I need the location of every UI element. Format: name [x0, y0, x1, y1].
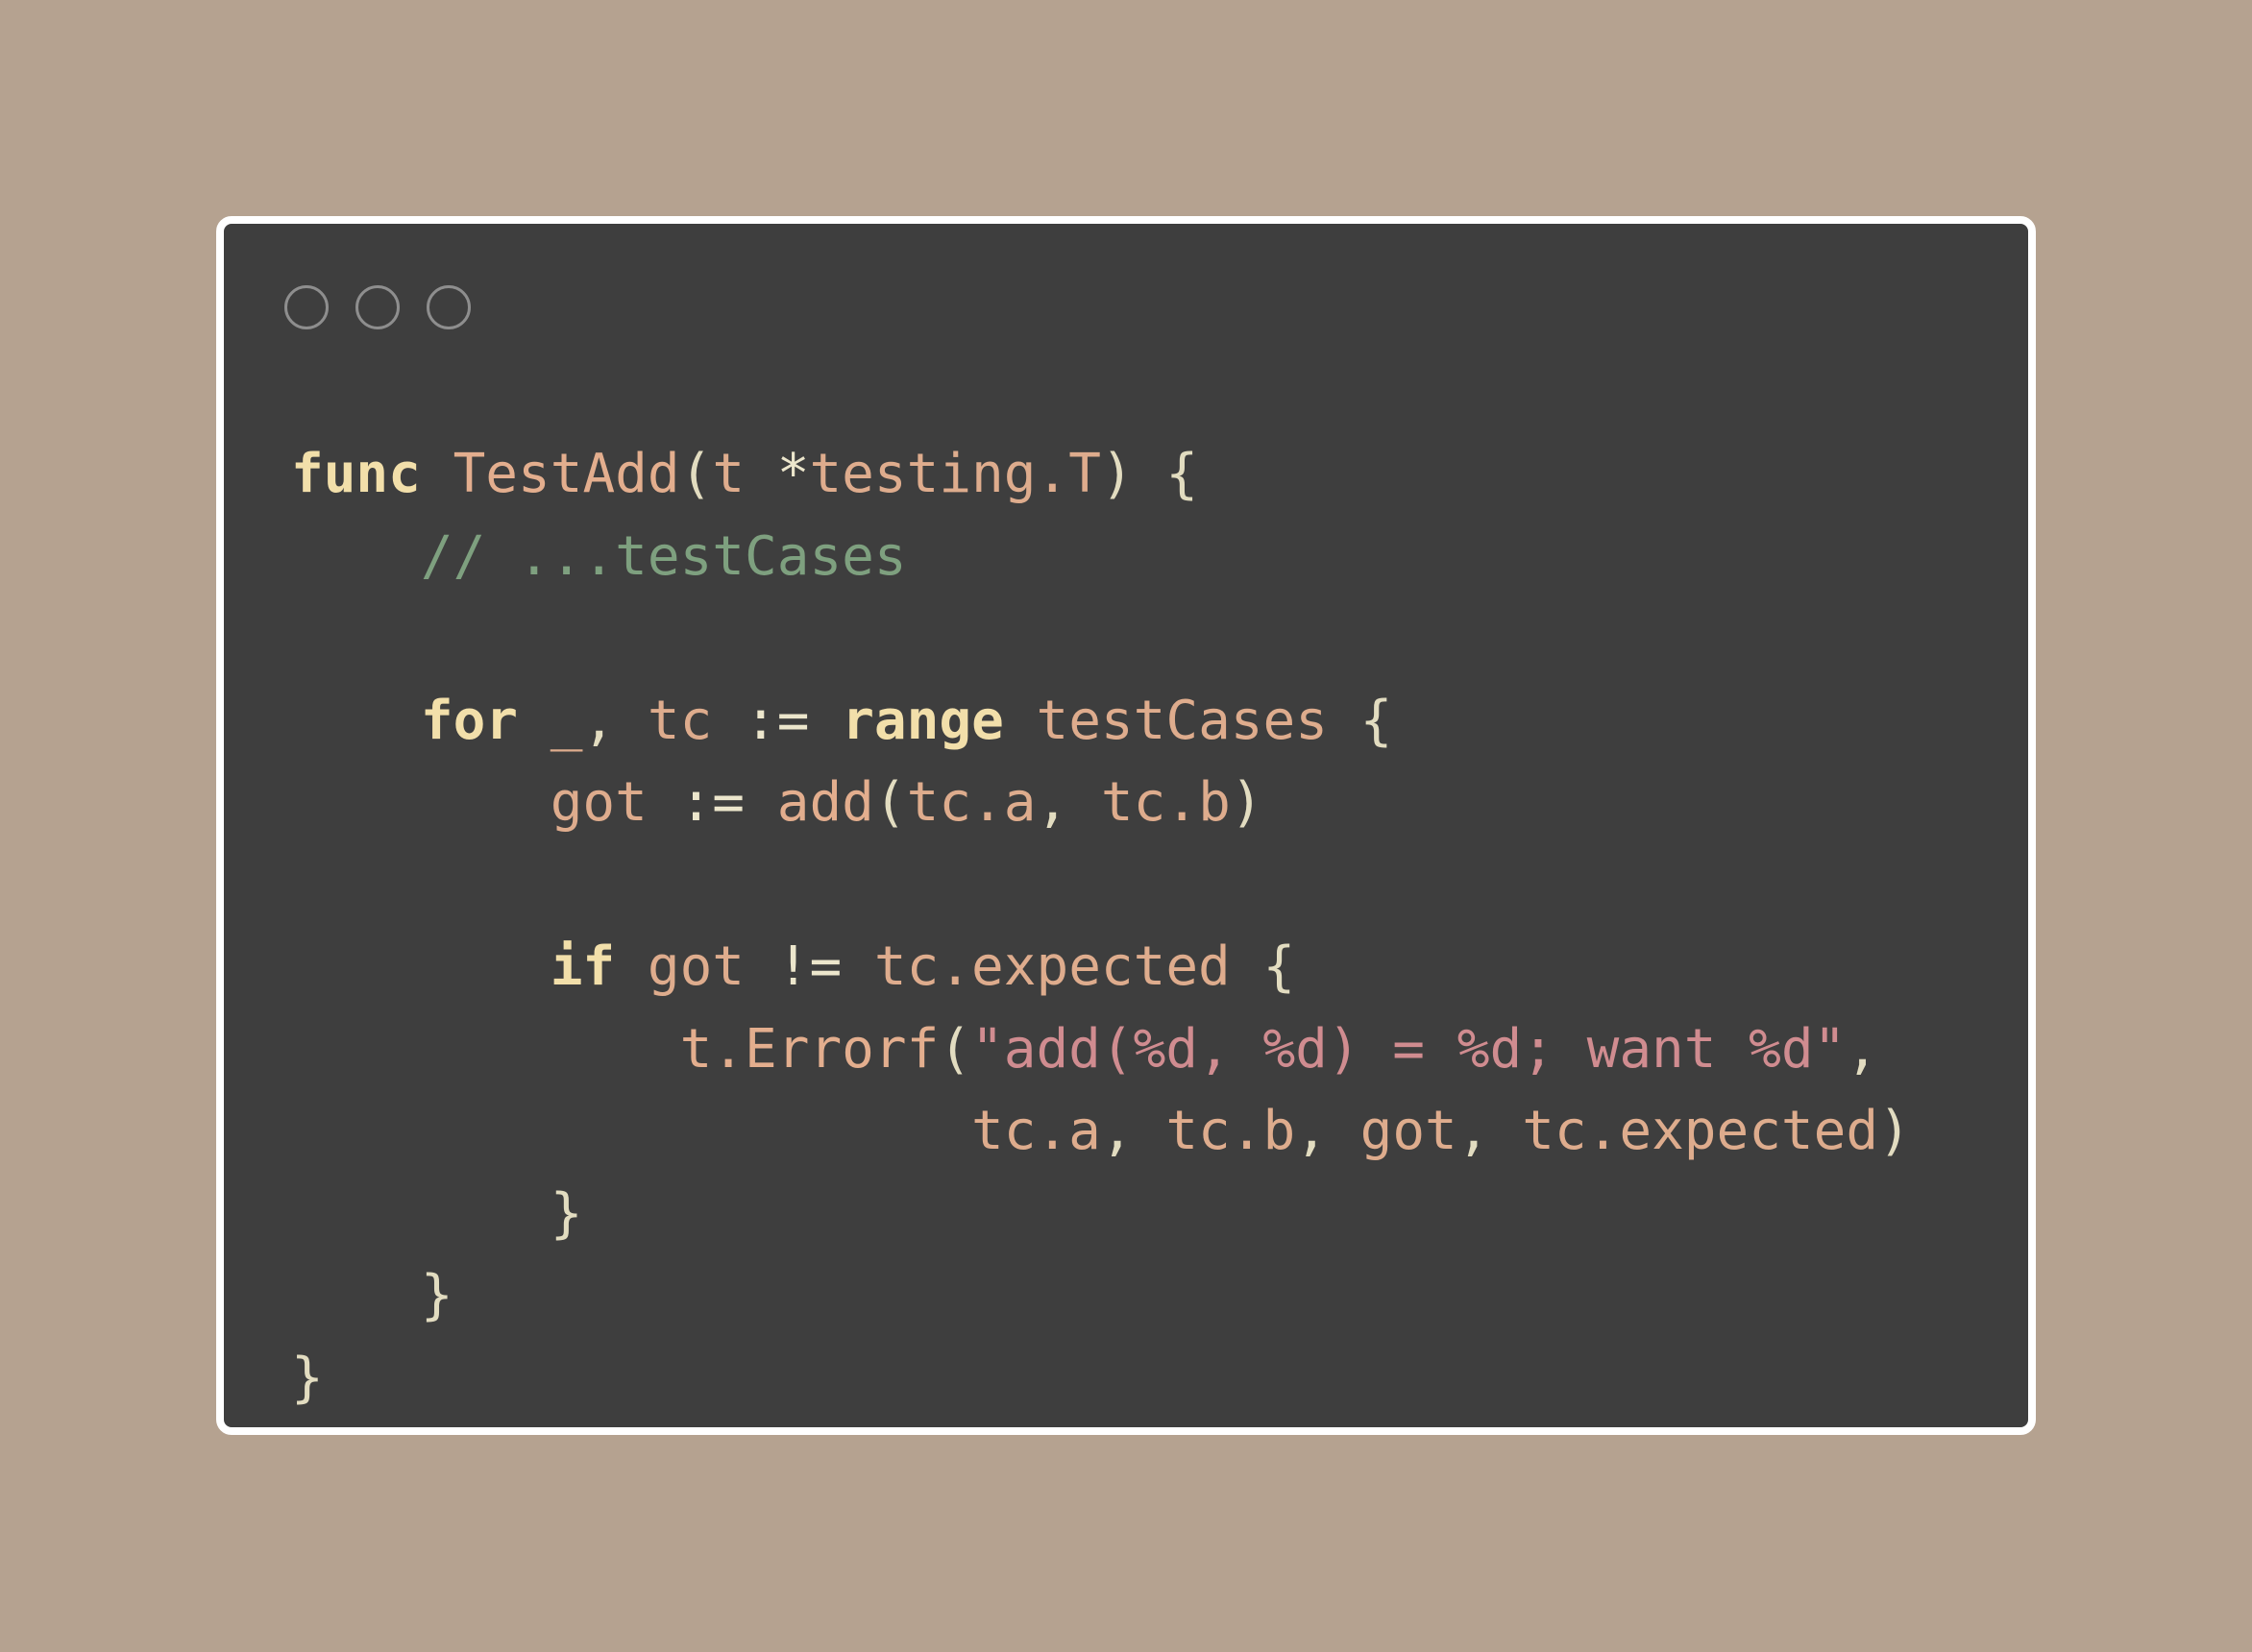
closing-brace-token: } — [291, 1346, 324, 1409]
operator-token: := — [679, 771, 746, 834]
operator-token: != — [776, 935, 843, 998]
code-line-10: } — [291, 1173, 1911, 1255]
punctuation-token: , — [1295, 1100, 1328, 1162]
code-line-2: // ...testCases — [291, 516, 1911, 598]
operator-token: * — [776, 443, 810, 505]
closing-brace-token: } — [420, 1264, 453, 1326]
identifier-token: tc.expected — [873, 935, 1231, 998]
punctuation-token: , — [1456, 1100, 1490, 1162]
identifier-token: tc.b — [1100, 771, 1231, 834]
keyword-token: func — [291, 443, 421, 505]
punctuation-token: ) { — [1100, 443, 1199, 505]
keyword-token: range — [842, 689, 1004, 752]
identifier-token: testCases — [1036, 689, 1328, 752]
code-line-1: func TestAdd(t *testing.T) { — [291, 433, 1911, 516]
identifier-token: got — [1359, 1100, 1457, 1162]
identifier-token: tc.b — [1165, 1100, 1296, 1162]
string-literal-token: "add(%d, %d) = %d; want %d" — [971, 1017, 1847, 1081]
keyword-token: if — [550, 935, 616, 998]
punctuation-token: , — [1846, 1017, 1879, 1081]
identifier-token: got — [550, 771, 648, 834]
minimize-control-icon[interactable] — [355, 285, 400, 329]
punctuation-token: ( — [873, 771, 907, 834]
punctuation-token: , — [582, 689, 616, 752]
operator-token: := — [745, 689, 810, 752]
identifier-token: tc.a — [906, 771, 1037, 834]
identifier-token: got — [647, 935, 746, 998]
keyword-token: for — [420, 689, 519, 752]
maximize-control-icon[interactable] — [427, 285, 471, 329]
window-controls — [284, 285, 471, 329]
punctuation-token: , — [1100, 1100, 1134, 1162]
function-name-token: TestAdd — [453, 443, 680, 505]
punctuation-token: ) — [1230, 771, 1263, 834]
punctuation-token: ) — [1878, 1100, 1911, 1162]
code-line-11: } — [291, 1254, 1911, 1337]
identifier-token: tc.a — [971, 1100, 1101, 1162]
punctuation-token: ( — [939, 1017, 972, 1081]
identifier-token: _ — [550, 689, 583, 752]
identifier-token: t — [712, 443, 746, 505]
function-name-token: t.Errorf — [679, 1017, 940, 1081]
identifier-token: tc.expected — [1522, 1100, 1879, 1162]
code-line-7: if got != tc.expected { — [291, 926, 1911, 1008]
close-control-icon[interactable] — [284, 285, 329, 329]
code-window: func TestAdd(t *testing.T) { // ...testC… — [216, 216, 2036, 1435]
code-line-5: got := add(tc.a, tc.b) — [291, 762, 1911, 844]
code-line-4: for _, tc := range testCases { — [291, 680, 1911, 763]
identifier-token: testing.T — [809, 443, 1101, 505]
punctuation-token: ( — [679, 443, 713, 505]
identifier-token: tc — [647, 689, 713, 752]
code-line-8: t.Errorf("add(%d, %d) = %d; want %d", — [291, 1008, 1911, 1091]
punctuation-token: { — [1262, 935, 1296, 998]
code-block: func TestAdd(t *testing.T) { // ...testC… — [291, 433, 1911, 1419]
function-name-token: add — [776, 771, 874, 834]
code-line-12: } — [291, 1337, 1911, 1420]
punctuation-token: { — [1359, 689, 1393, 752]
closing-brace-token: } — [550, 1181, 583, 1245]
punctuation-token: , — [1036, 771, 1069, 834]
code-line-9: tc.a, tc.b, got, tc.expected) — [291, 1090, 1911, 1173]
comment-token: // ...testCases — [420, 524, 907, 588]
